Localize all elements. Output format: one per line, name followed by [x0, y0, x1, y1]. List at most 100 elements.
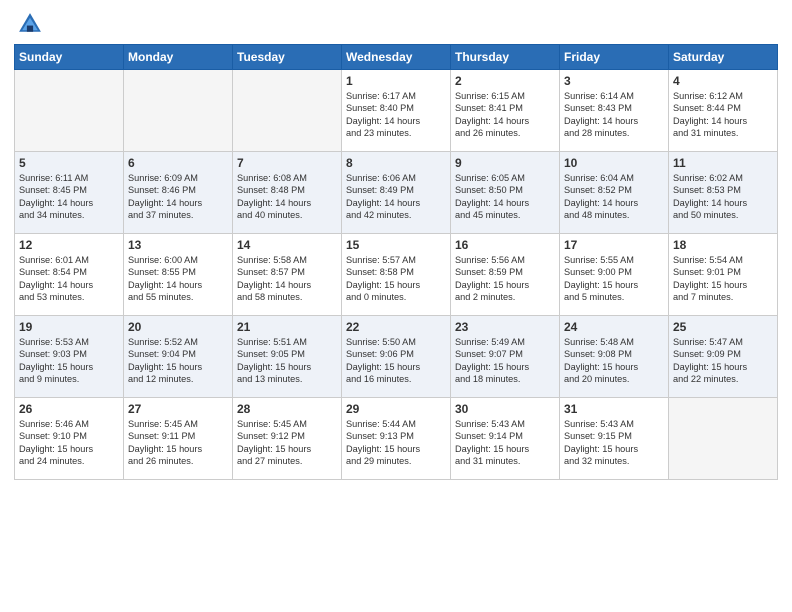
weekday-header-monday: Monday [124, 45, 233, 70]
week-row-4: 19Sunrise: 5:53 AM Sunset: 9:03 PM Dayli… [15, 316, 778, 398]
weekday-header-thursday: Thursday [451, 45, 560, 70]
day-cell-26: 26 Sunrise: 5:46 AM Sunset: 9:10 PM Dayli… [15, 398, 124, 480]
day-number: 8 [346, 156, 446, 170]
weekday-header-friday: Friday [560, 45, 669, 70]
day-cell-30: 30 Sunrise: 5:43 AM Sunset: 9:14 PM Dayli… [451, 398, 560, 480]
day-number: 9 [455, 156, 555, 170]
cell-detail-text: Sunrise: 6:08 AM Sunset: 8:48 PM Dayligh… [237, 172, 337, 222]
day-number: 16 [455, 238, 555, 252]
empty-cell [233, 70, 342, 152]
weekday-header-tuesday: Tuesday [233, 45, 342, 70]
day-cell-1: 1 Sunrise: 6:17 AM Sunset: 8:40 PM Daylig… [342, 70, 451, 152]
header [14, 10, 778, 38]
cell-detail-text: Sunrise: 6:12 AM Sunset: 8:44 PM Dayligh… [673, 90, 773, 140]
empty-cell [15, 70, 124, 152]
cell-detail-text: Sunrise: 5:48 AM Sunset: 9:08 PM Dayligh… [564, 336, 664, 386]
cell-detail-text: Sunrise: 5:43 AM Sunset: 9:14 PM Dayligh… [455, 418, 555, 468]
empty-cell [124, 70, 233, 152]
day-cell-2: 2 Sunrise: 6:15 AM Sunset: 8:41 PM Daylig… [451, 70, 560, 152]
day-number: 27 [128, 402, 228, 416]
cell-detail-text: Sunrise: 5:50 AM Sunset: 9:06 PM Dayligh… [346, 336, 446, 386]
day-number: 10 [564, 156, 664, 170]
day-number: 21 [237, 320, 337, 334]
cell-detail-text: Sunrise: 5:52 AM Sunset: 9:04 PM Dayligh… [128, 336, 228, 386]
cell-detail-text: Sunrise: 6:01 AM Sunset: 8:54 PM Dayligh… [19, 254, 119, 304]
day-number: 29 [346, 402, 446, 416]
cell-detail-text: Sunrise: 5:53 AM Sunset: 9:03 PM Dayligh… [19, 336, 119, 386]
logo-icon [16, 10, 44, 38]
day-cell-5: 5Sunrise: 6:11 AM Sunset: 8:45 PM Daylig… [15, 152, 124, 234]
cell-detail-text: Sunrise: 6:02 AM Sunset: 8:53 PM Dayligh… [673, 172, 773, 222]
day-number: 22 [346, 320, 446, 334]
cell-detail-text: Sunrise: 5:54 AM Sunset: 9:01 PM Dayligh… [673, 254, 773, 304]
day-cell-6: 6 Sunrise: 6:09 AM Sunset: 8:46 PM Daylig… [124, 152, 233, 234]
day-cell-29: 29 Sunrise: 5:44 AM Sunset: 9:13 PM Dayli… [342, 398, 451, 480]
cell-detail-text: Sunrise: 6:09 AM Sunset: 8:46 PM Dayligh… [128, 172, 228, 222]
day-number: 6 [128, 156, 228, 170]
cell-detail-text: Sunrise: 5:46 AM Sunset: 9:10 PM Dayligh… [19, 418, 119, 468]
cell-detail-text: Sunrise: 5:55 AM Sunset: 9:00 PM Dayligh… [564, 254, 664, 304]
day-number: 15 [346, 238, 446, 252]
day-number: 28 [237, 402, 337, 416]
day-cell-3: 3Sunrise: 6:14 AM Sunset: 8:43 PM Daylig… [560, 70, 669, 152]
day-cell-27: 27Sunrise: 5:45 AM Sunset: 9:11 PM Dayli… [124, 398, 233, 480]
cell-detail-text: Sunrise: 5:45 AM Sunset: 9:12 PM Dayligh… [237, 418, 337, 468]
calendar-table: SundayMondayTuesdayWednesdayThursdayFrid… [14, 44, 778, 480]
day-number: 24 [564, 320, 664, 334]
cell-detail-text: Sunrise: 6:06 AM Sunset: 8:49 PM Dayligh… [346, 172, 446, 222]
day-cell-21: 21 Sunrise: 5:51 AM Sunset: 9:05 PM Dayli… [233, 316, 342, 398]
weekday-header-saturday: Saturday [669, 45, 778, 70]
day-number: 14 [237, 238, 337, 252]
week-row-3: 12 Sunrise: 6:01 AM Sunset: 8:54 PM Dayli… [15, 234, 778, 316]
day-number: 12 [19, 238, 119, 252]
week-row-2: 5Sunrise: 6:11 AM Sunset: 8:45 PM Daylig… [15, 152, 778, 234]
day-cell-8: 8 Sunrise: 6:06 AM Sunset: 8:49 PM Daylig… [342, 152, 451, 234]
cell-detail-text: Sunrise: 5:44 AM Sunset: 9:13 PM Dayligh… [346, 418, 446, 468]
day-cell-13: 13 Sunrise: 6:00 AM Sunset: 8:55 PM Dayli… [124, 234, 233, 316]
day-cell-17: 17 Sunrise: 5:55 AM Sunset: 9:00 PM Dayli… [560, 234, 669, 316]
day-cell-25: 25Sunrise: 5:47 AM Sunset: 9:09 PM Dayli… [669, 316, 778, 398]
page: SundayMondayTuesdayWednesdayThursdayFrid… [0, 0, 792, 612]
day-cell-4: 4Sunrise: 6:12 AM Sunset: 8:44 PM Daylig… [669, 70, 778, 152]
day-cell-24: 24 Sunrise: 5:48 AM Sunset: 9:08 PM Dayli… [560, 316, 669, 398]
empty-cell [669, 398, 778, 480]
week-row-1: 1 Sunrise: 6:17 AM Sunset: 8:40 PM Daylig… [15, 70, 778, 152]
day-number: 23 [455, 320, 555, 334]
day-number: 30 [455, 402, 555, 416]
weekday-header-wednesday: Wednesday [342, 45, 451, 70]
weekday-header-row: SundayMondayTuesdayWednesdayThursdayFrid… [15, 45, 778, 70]
day-cell-31: 31 Sunrise: 5:43 AM Sunset: 9:15 PM Dayli… [560, 398, 669, 480]
day-cell-10: 10 Sunrise: 6:04 AM Sunset: 8:52 PM Dayli… [560, 152, 669, 234]
cell-detail-text: Sunrise: 6:00 AM Sunset: 8:55 PM Dayligh… [128, 254, 228, 304]
day-cell-22: 22 Sunrise: 5:50 AM Sunset: 9:06 PM Dayli… [342, 316, 451, 398]
cell-detail-text: Sunrise: 5:58 AM Sunset: 8:57 PM Dayligh… [237, 254, 337, 304]
day-number: 20 [128, 320, 228, 334]
day-cell-14: 14 Sunrise: 5:58 AM Sunset: 8:57 PM Dayli… [233, 234, 342, 316]
day-number: 1 [346, 74, 446, 88]
cell-detail-text: Sunrise: 6:15 AM Sunset: 8:41 PM Dayligh… [455, 90, 555, 140]
cell-detail-text: Sunrise: 5:43 AM Sunset: 9:15 PM Dayligh… [564, 418, 664, 468]
day-cell-9: 9 Sunrise: 6:05 AM Sunset: 8:50 PM Daylig… [451, 152, 560, 234]
day-cell-16: 16Sunrise: 5:56 AM Sunset: 8:59 PM Dayli… [451, 234, 560, 316]
cell-detail-text: Sunrise: 6:11 AM Sunset: 8:45 PM Dayligh… [19, 172, 119, 222]
day-cell-18: 18 Sunrise: 5:54 AM Sunset: 9:01 PM Dayli… [669, 234, 778, 316]
day-number: 17 [564, 238, 664, 252]
day-number: 13 [128, 238, 228, 252]
cell-detail-text: Sunrise: 5:51 AM Sunset: 9:05 PM Dayligh… [237, 336, 337, 386]
day-number: 2 [455, 74, 555, 88]
day-number: 11 [673, 156, 773, 170]
weekday-header-sunday: Sunday [15, 45, 124, 70]
day-cell-7: 7Sunrise: 6:08 AM Sunset: 8:48 PM Daylig… [233, 152, 342, 234]
day-number: 26 [19, 402, 119, 416]
cell-detail-text: Sunrise: 6:04 AM Sunset: 8:52 PM Dayligh… [564, 172, 664, 222]
cell-detail-text: Sunrise: 6:05 AM Sunset: 8:50 PM Dayligh… [455, 172, 555, 222]
day-cell-11: 11 Sunrise: 6:02 AM Sunset: 8:53 PM Dayli… [669, 152, 778, 234]
cell-detail-text: Sunrise: 6:14 AM Sunset: 8:43 PM Dayligh… [564, 90, 664, 140]
logo [14, 10, 46, 38]
day-cell-15: 15Sunrise: 5:57 AM Sunset: 8:58 PM Dayli… [342, 234, 451, 316]
cell-detail-text: Sunrise: 6:17 AM Sunset: 8:40 PM Dayligh… [346, 90, 446, 140]
day-number: 31 [564, 402, 664, 416]
day-number: 18 [673, 238, 773, 252]
cell-detail-text: Sunrise: 5:47 AM Sunset: 9:09 PM Dayligh… [673, 336, 773, 386]
day-cell-19: 19Sunrise: 5:53 AM Sunset: 9:03 PM Dayli… [15, 316, 124, 398]
